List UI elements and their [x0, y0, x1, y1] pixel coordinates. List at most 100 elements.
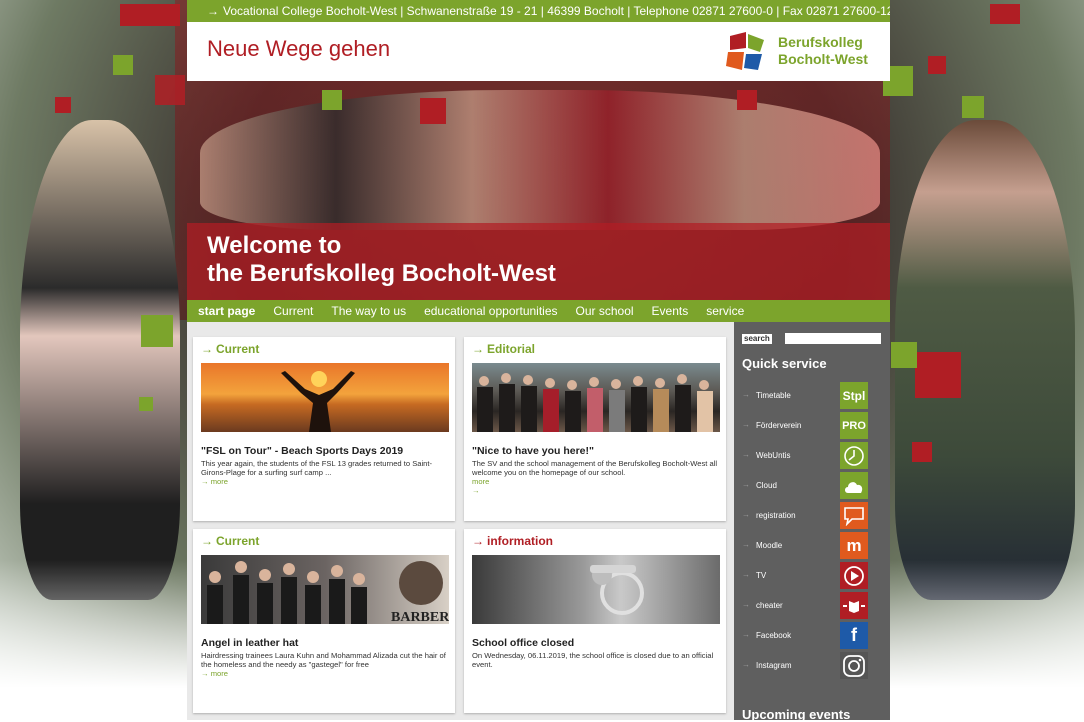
arrow-right-icon: →: [742, 390, 750, 399]
news-card-school-office-closed[interactable]: → information School office closed On Wed…: [464, 529, 726, 713]
quick-link-registration[interactable]: → registration: [734, 502, 890, 530]
nav-item-start-page[interactable]: start page: [187, 300, 264, 322]
card-headline[interactable]: School office closed: [472, 637, 722, 649]
quick-link-label: Moodle: [756, 541, 783, 550]
decor-square: [155, 75, 185, 105]
decor-square: [737, 90, 757, 110]
arrow-right-icon: →: [742, 480, 750, 489]
card-headline[interactable]: "Nice to have you here!": [472, 445, 722, 457]
speech-bubble-icon: [840, 502, 868, 529]
quick-link-label: Förderverein: [756, 421, 802, 430]
news-card-angel-leather-hat[interactable]: →Current BARBERS Angel in leather hat Ha…: [193, 529, 455, 713]
clock-icon: [840, 442, 868, 469]
decor-square: [915, 352, 961, 398]
quick-link-cloud[interactable]: → Cloud: [734, 472, 890, 500]
decor-square: [962, 96, 984, 118]
group-photo-image[interactable]: [472, 363, 720, 432]
search-input[interactable]: [785, 333, 881, 344]
quick-link-facebook[interactable]: → Facebook f: [734, 622, 890, 650]
card-teaser: This year again, the students of the FSL…: [201, 459, 433, 477]
quick-service-sidebar: search Quick service → Timetable Stpl → …: [734, 322, 890, 722]
card-category: → information: [472, 534, 553, 548]
welcome-heading: Welcome to the Berufskolleg Bocholt-West: [207, 232, 556, 288]
contact-info: Vocational College Bocholt-West | Schwan…: [223, 4, 890, 18]
decor-square: [141, 315, 173, 347]
logo-line-1: Berufskolleg: [778, 34, 863, 50]
logo-line-2: Bocholt-West: [778, 51, 868, 67]
decor-square: [55, 97, 71, 113]
barbers-group-image[interactable]: BARBERS: [201, 555, 449, 624]
slogan: Neue Wege gehen: [207, 36, 391, 61]
card-headline[interactable]: Angel in leather hat: [201, 637, 451, 649]
quick-link-label: Instagram: [756, 661, 792, 670]
play-icon: [840, 562, 868, 589]
arrow-right-icon: →: [201, 534, 213, 548]
welcome-line-2: the Berufskolleg Bocholt-West: [207, 260, 556, 287]
arrow-right-icon: →: [201, 342, 213, 356]
arrow-right-icon: →: [742, 450, 750, 459]
arrow-right-icon: →: [742, 630, 750, 639]
card-teaser: On Wednesday, 06.11.2019, the school off…: [472, 651, 714, 669]
instagram-icon: [840, 652, 868, 679]
welcome-line-1: Welcome to: [207, 232, 342, 259]
news-card-editorial[interactable]: → Editorial "Nice to have you here!" The …: [464, 337, 726, 521]
svg-text:BARBERS: BARBERS: [391, 610, 449, 624]
group-people: [477, 373, 713, 432]
arrow-right-icon: →: [472, 342, 484, 356]
nav-item-current[interactable]: Current: [264, 300, 322, 322]
nav-item-events[interactable]: Events: [643, 300, 698, 322]
pro-icon: PRO: [840, 412, 868, 439]
search-label: search: [742, 334, 772, 344]
quick-link-label: cheater: [756, 601, 783, 610]
quick-link-label: WebUntis: [756, 451, 791, 460]
quick-link-instagram[interactable]: → Instagram: [734, 652, 890, 680]
nav-item-the-way-to-us[interactable]: The way to us: [322, 300, 415, 322]
quick-link-tv[interactable]: → TV: [734, 562, 890, 590]
arrow-right-icon: →: [207, 4, 219, 18]
quick-link-cheater[interactable]: → cheater: [734, 592, 890, 620]
decor-square: [891, 342, 917, 368]
school-logo[interactable]: Berufskolleg Bocholt-West: [724, 30, 884, 74]
facebook-icon: f: [840, 622, 868, 649]
news-content-area: → Current "FSL on Tour" - Beach Sports Da…: [187, 322, 734, 720]
barbers-group: BARBERS: [207, 561, 449, 624]
quick-link-webuntis[interactable]: → WebUntis: [734, 442, 890, 470]
news-card-beach-sports[interactable]: → Current "FSL on Tour" - Beach Sports Da…: [193, 337, 455, 521]
nav-item-our-school[interactable]: Our school: [567, 300, 643, 322]
quick-link-foerderverein[interactable]: → Förderverein PRO: [734, 412, 890, 440]
keys-in-lock: [590, 565, 644, 615]
welcome-banner: Welcome to the Berufskolleg Bocholt-West: [187, 223, 890, 300]
decor-square: [322, 90, 342, 110]
book-icon: [840, 592, 868, 619]
main-navigation: start page Current The way to us educati…: [187, 300, 890, 322]
quick-link-label: Facebook: [756, 631, 792, 640]
card-teaser: Hairdressing trainees Laura Kuhn and Moh…: [201, 651, 446, 669]
silhouette-figure: [281, 371, 355, 432]
beach-sunset-image[interactable]: [201, 363, 449, 432]
nav-item-educational-opportunities[interactable]: educational opportunities: [415, 300, 566, 322]
nav-item-service[interactable]: service: [697, 300, 753, 322]
decor-square: [113, 55, 133, 75]
card-teaser: The SV and the school management of the …: [472, 459, 718, 477]
arrow-right-icon: →: [742, 510, 750, 519]
decor-square: [139, 397, 153, 411]
decor-square: [420, 98, 446, 124]
quick-link-moodle[interactable]: → Moodle m: [734, 532, 890, 560]
quick-link-timetable[interactable]: → Timetable Stpl: [734, 382, 890, 410]
more-link[interactable]: → more: [201, 669, 228, 678]
arrow-right-icon: →: [742, 600, 750, 609]
more-link[interactable]: → more: [201, 477, 228, 486]
quick-link-label: TV: [756, 571, 767, 580]
quick-link-label: Timetable: [756, 391, 791, 400]
arrow-right-icon: →: [742, 420, 750, 429]
logo-mark-icon: [726, 32, 764, 70]
contact-bar: → Vocational College Bocholt-West | Schwa…: [187, 0, 890, 22]
card-category: → Editorial: [472, 342, 536, 356]
card-headline[interactable]: "FSL on Tour" - Beach Sports Days 2019: [201, 445, 451, 457]
cloud-icon: [840, 472, 868, 499]
site-header: Neue Wege gehen Berufskolleg Bocholt-Wes…: [187, 22, 890, 81]
timetable-icon: Stpl: [840, 382, 868, 409]
arrow-right-icon: →: [742, 660, 750, 669]
keys-image[interactable]: [472, 555, 720, 624]
more-link[interactable]: more →: [472, 477, 489, 495]
